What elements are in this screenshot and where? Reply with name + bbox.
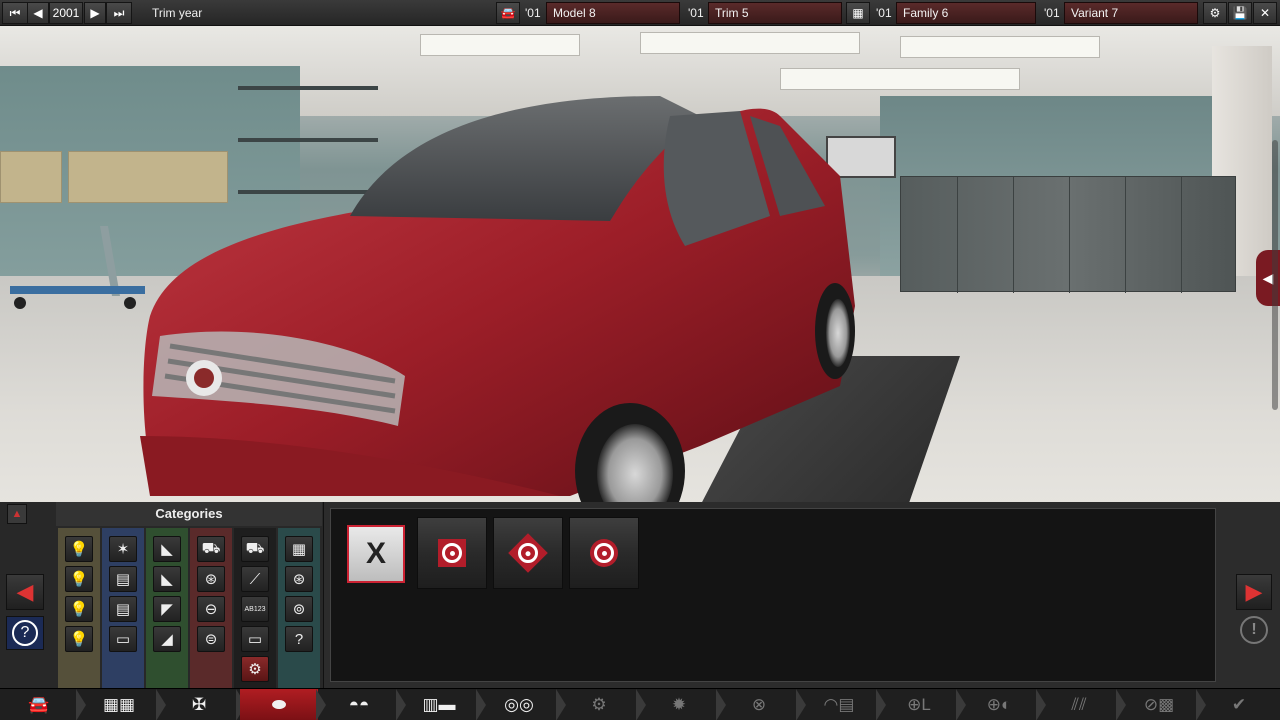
- gear-icon[interactable]: ⚙: [1203, 2, 1227, 24]
- category-button-5-3[interactable]: ?: [285, 626, 313, 652]
- categories-title: Categories: [56, 502, 322, 526]
- brake-disc-icon: [508, 533, 548, 573]
- nav-engine-icon[interactable]: ⚙: [560, 689, 638, 720]
- category-column: ⛟ ⟋ AB123 ▭ ⚙: [234, 528, 276, 688]
- locker-block: [900, 176, 1236, 293]
- category-button-4-2[interactable]: AB123: [241, 596, 269, 622]
- collapse-button[interactable]: ▲: [7, 504, 27, 524]
- year-first-button[interactable]: ⏮: [2, 2, 28, 24]
- help-icon: ?: [12, 620, 38, 646]
- disc-option-1[interactable]: [417, 517, 487, 589]
- category-button-3-3[interactable]: ⊜: [197, 626, 225, 652]
- category-button-1-2[interactable]: ▤: [109, 596, 137, 622]
- bottom-nav: 🚘 ▦▦ ✠ ⬬ ◓◓ ▥▬ ◎◎ ⚙ ✹ ⊗ ◠▤ ⊕L ⊕◐ ⫽⫽ ⊘▩ ✔: [0, 688, 1280, 720]
- year-prev-button[interactable]: ◀: [27, 2, 49, 24]
- category-button-2-2[interactable]: ◤: [153, 596, 181, 622]
- ceiling-light: [900, 36, 1100, 58]
- car-icon[interactable]: 🚘: [496, 2, 520, 24]
- category-button-5-1[interactable]: ⊛: [285, 566, 313, 592]
- category-column: 💡 💡 💡 💡: [58, 528, 100, 688]
- nav-testing-icon[interactable]: ⊘▩: [1120, 689, 1198, 720]
- nav-fittings-icon[interactable]: ◎◎: [480, 689, 558, 720]
- nav-chassis-icon[interactable]: ▦▦: [80, 689, 158, 720]
- none-option-button[interactable]: X: [347, 525, 405, 583]
- garage-3d-viewport[interactable]: [0, 26, 1280, 504]
- next-page-button[interactable]: ▶: [1236, 574, 1272, 610]
- model-year: '01: [525, 6, 541, 20]
- tool-board: [0, 151, 62, 203]
- warning-icon[interactable]: !: [1240, 616, 1268, 644]
- category-button-0-3[interactable]: 💡: [65, 626, 93, 652]
- bottom-panel: ▲ Categories ◀ ? 💡 💡 💡 💡 ✶ ▤ ▤ ▭ ◣ ◣ ◤ ◢ ⛟ ⊛ ⊖ ⊜ ⛟ ⟋ AB123…: [0, 502, 1280, 688]
- options-panel: X: [330, 508, 1216, 682]
- category-button-1-3[interactable]: ▭: [109, 626, 137, 652]
- category-column: ⛟ ⊛ ⊖ ⊜: [190, 528, 232, 688]
- category-button-3-2[interactable]: ⊖: [197, 596, 225, 622]
- category-button-4-1[interactable]: ⟋: [241, 566, 269, 592]
- nav-aero-icon[interactable]: ◠▤: [800, 689, 878, 720]
- category-button-0-0[interactable]: 💡: [65, 536, 93, 562]
- scrollbar[interactable]: [1272, 140, 1278, 410]
- category-button-5-0[interactable]: ▦: [285, 536, 313, 562]
- nav-wheels-icon[interactable]: ✹: [640, 689, 718, 720]
- top-bar: ⏮ ◀ 2001 ▶ ⏭ Trim year 🚘 '01 Model 8 '01…: [0, 0, 1280, 26]
- category-button-1-1[interactable]: ▤: [109, 566, 137, 592]
- category-button-0-1[interactable]: 💡: [65, 566, 93, 592]
- category-button-2-3[interactable]: ◢: [153, 626, 181, 652]
- save-icon[interactable]: 💾: [1228, 2, 1252, 24]
- brake-disc-icon: [590, 539, 618, 567]
- category-button-3-1[interactable]: ⊛: [197, 566, 225, 592]
- nav-fixtures-icon[interactable]: ▥▬: [400, 689, 478, 720]
- year-last-button[interactable]: ⏭: [106, 2, 132, 24]
- year-value[interactable]: 2001: [49, 2, 83, 24]
- nav-body-icon[interactable]: ⬬: [240, 689, 318, 720]
- year-next-button[interactable]: ▶: [84, 2, 106, 24]
- variant-year: '01: [1044, 6, 1060, 20]
- category-button-2-0[interactable]: ◣: [153, 536, 181, 562]
- nav-interior-icon[interactable]: ◓◓: [320, 689, 398, 720]
- category-column: ◣ ◣ ◤ ◢: [146, 528, 188, 688]
- disc-option-3[interactable]: [569, 517, 639, 589]
- nav-confirm-icon[interactable]: ✔: [1200, 689, 1278, 720]
- nav-suspension-icon[interactable]: ✠: [160, 689, 238, 720]
- disc-option-2[interactable]: [493, 517, 563, 589]
- category-button-4-4[interactable]: ⚙: [241, 656, 269, 682]
- family-year: '01: [876, 6, 892, 20]
- nav-steering-icon[interactable]: ⊕◐: [960, 689, 1038, 720]
- nav-brakes-icon[interactable]: ⊕L: [880, 689, 958, 720]
- family-field[interactable]: Family 6: [896, 2, 1036, 24]
- category-button-4-0[interactable]: ⛟: [241, 536, 269, 562]
- nav-car-icon[interactable]: 🚘: [0, 689, 78, 720]
- category-button-4-3[interactable]: ▭: [241, 626, 269, 652]
- hand-cart: [10, 226, 145, 309]
- category-button-3-0[interactable]: ⛟: [197, 536, 225, 562]
- category-button-2-1[interactable]: ◣: [153, 566, 181, 592]
- category-button-5-2[interactable]: ⊚: [285, 596, 313, 622]
- trim-year-label: Trim year: [152, 6, 203, 20]
- trim-year: '01: [688, 6, 704, 20]
- nav-tyres-icon[interactable]: ⊗: [720, 689, 798, 720]
- prev-page-button[interactable]: ◀: [6, 574, 44, 610]
- model-field[interactable]: Model 8: [546, 2, 680, 24]
- engine-block-icon[interactable]: ▦: [846, 2, 870, 24]
- brake-disc-icon: [438, 539, 466, 567]
- nav-tuning-icon[interactable]: ⫽⫽: [1040, 689, 1118, 720]
- car-model[interactable]: [140, 56, 870, 504]
- category-button-1-0[interactable]: ✶: [109, 536, 137, 562]
- trim-field[interactable]: Trim 5: [708, 2, 842, 24]
- category-column: ▦ ⊛ ⊚?: [278, 528, 320, 688]
- category-column: ✶ ▤ ▤ ▭: [102, 528, 144, 688]
- help-button[interactable]: ?: [6, 616, 44, 650]
- close-icon[interactable]: ✕: [1253, 2, 1277, 24]
- category-button-0-2[interactable]: 💡: [65, 596, 93, 622]
- categories-panel: ▲ Categories ◀ ? 💡 💡 💡 💡 ✶ ▤ ▤ ▭ ◣ ◣ ◤ ◢ ⛟ ⊛ ⊖ ⊜ ⛟ ⟋ AB123…: [0, 502, 324, 688]
- ceiling-light: [640, 32, 860, 54]
- ceiling-light: [420, 34, 580, 56]
- variant-field[interactable]: Variant 7: [1064, 2, 1198, 24]
